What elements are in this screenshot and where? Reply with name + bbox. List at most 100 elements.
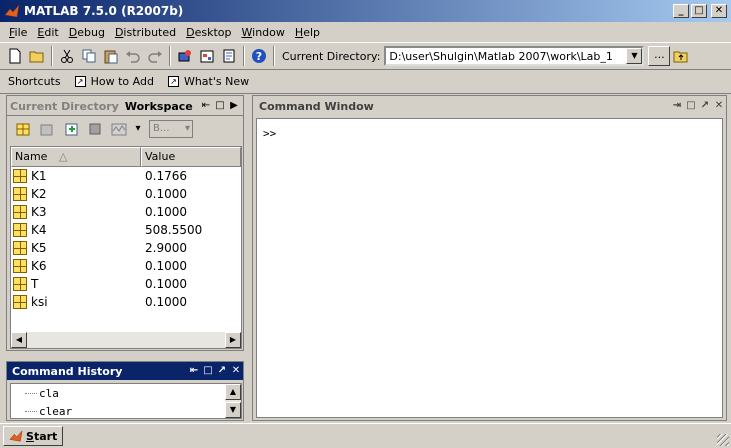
save-icon — [89, 123, 101, 135]
simulink-button[interactable] — [174, 45, 196, 67]
current-directory-combo[interactable]: D:\user\Shulgin\Matlab 2007\work\Lab_1 ▼ — [384, 46, 645, 66]
toolbar-separator — [273, 46, 275, 66]
save-workspace-button[interactable] — [83, 118, 107, 140]
toolbar-separator — [51, 46, 53, 66]
maximize-panel-icon[interactable]: □ — [684, 99, 698, 113]
menu-debug[interactable]: Debug — [64, 26, 110, 39]
workspace-table-header: Name △ Value — [11, 147, 241, 167]
maximize-button[interactable]: □ — [691, 4, 707, 18]
table-row[interactable]: K3 0.1000 — [11, 203, 241, 221]
maximize-panel-icon[interactable]: □ — [213, 99, 227, 113]
redo-button[interactable] — [144, 45, 166, 67]
guide-button[interactable] — [196, 45, 218, 67]
stack-select[interactable]: B... — [149, 120, 193, 138]
status-bar: Start — [0, 423, 731, 448]
undock-arrow-icon[interactable]: ↗ — [698, 99, 712, 113]
table-row[interactable]: K1 0.1766 — [11, 167, 241, 185]
shortcut-how-to-add[interactable]: ↗ How to Add — [74, 75, 154, 88]
close-button[interactable]: ✕ — [711, 4, 727, 18]
undock-icon[interactable]: ⇥ — [670, 99, 684, 113]
browse-directory-button[interactable]: ... — [648, 46, 671, 66]
variable-value: 0.1000 — [145, 187, 187, 201]
command-window-console[interactable]: >> — [256, 118, 723, 418]
open-variable-icon — [40, 124, 53, 136]
variable-name-cell: K5 — [11, 241, 141, 255]
cut-button[interactable] — [56, 45, 78, 67]
open-variable-button[interactable] — [35, 118, 59, 140]
current-directory-label: Current Directory: — [282, 49, 381, 63]
scroll-right-icon[interactable]: ▶ — [225, 332, 241, 348]
shortcut-whats-new[interactable]: ↗ What's New — [167, 75, 250, 88]
import-data-button[interactable] — [59, 118, 83, 140]
menu-distributed[interactable]: Distributed — [110, 26, 181, 39]
table-row[interactable]: ksi 0.1000 — [11, 293, 241, 311]
variable-value: 0.1000 — [145, 295, 187, 309]
new-variable-button[interactable] — [11, 118, 35, 140]
current-directory-value: D:\user\Shulgin\Matlab 2007\work\Lab_1 — [389, 49, 613, 63]
undock-arrow-icon[interactable]: ↗ — [215, 364, 229, 378]
scroll-left-icon[interactable]: ◀ — [11, 332, 27, 348]
table-row[interactable]: K2 0.1000 — [11, 185, 241, 203]
simulink-icon — [178, 50, 191, 62]
chevron-down-icon[interactable]: ▼ — [626, 48, 643, 64]
vertical-scrollbar[interactable]: ▲ ▼ — [225, 384, 241, 418]
title-bar: MATLAB 7.5.0 (R2007b) _ □ ✕ — [0, 0, 731, 22]
tab-scroll-right-icon[interactable]: ▶ — [227, 99, 241, 113]
table-row[interactable]: K6 0.1000 — [11, 257, 241, 275]
undo-button[interactable] — [122, 45, 144, 67]
menu-label: elp — [303, 25, 320, 39]
menu-window[interactable]: Window — [237, 26, 290, 39]
minimize-button[interactable]: _ — [673, 4, 689, 18]
menu-edit[interactable]: Edit — [32, 26, 63, 39]
plot-selection-button[interactable] — [107, 118, 131, 140]
copy-button[interactable] — [78, 45, 100, 67]
profiler-button[interactable] — [218, 45, 240, 67]
paste-button[interactable] — [100, 45, 122, 67]
tab-workspace[interactable]: Workspace — [121, 98, 196, 115]
variable-value: 0.1000 — [145, 259, 187, 273]
command-history-panel: Command History ⇤ □ ↗ ✕ cla clear ▲ ▼ — [6, 361, 244, 421]
matrix-variable-icon — [13, 169, 27, 183]
column-header-name[interactable]: Name △ — [11, 147, 141, 167]
matrix-variable-icon — [13, 241, 27, 255]
horizontal-scrollbar[interactable]: ◀ ▶ — [11, 332, 241, 348]
column-header-value[interactable]: Value — [141, 147, 241, 167]
scroll-up-icon[interactable]: ▲ — [225, 384, 241, 400]
table-row[interactable]: K4 508.5500 — [11, 221, 241, 239]
tab-current-directory[interactable]: Current Directory — [7, 98, 122, 115]
menu-help[interactable]: Help — [290, 26, 325, 39]
start-button[interactable]: Start — [3, 426, 64, 446]
open-folder-icon — [29, 51, 44, 63]
shortcut-label: What's New — [183, 75, 250, 88]
close-icon[interactable]: ✕ — [229, 364, 243, 378]
menu-label: ebug — [77, 25, 105, 39]
command-prompt: >> — [263, 127, 277, 140]
command-window-title: Command Window — [259, 99, 374, 113]
table-row[interactable]: K5 2.9000 — [11, 239, 241, 257]
list-item[interactable]: clear — [11, 402, 241, 420]
matrix-variable-icon — [13, 223, 27, 237]
undock-icon[interactable]: ⇤ — [187, 364, 201, 378]
command-history-titlebar: Command History ⇤ □ ↗ ✕ — [7, 362, 243, 380]
shortcuts-bar: Shortcuts ↗ How to Add ↗ What's New — [0, 70, 731, 94]
variable-name: T — [31, 277, 39, 291]
window-title: MATLAB 7.5.0 (R2007b) — [24, 4, 184, 18]
resize-grip-icon[interactable] — [717, 434, 729, 446]
help-button[interactable]: ? — [248, 45, 270, 67]
list-item[interactable]: cla — [11, 384, 241, 402]
new-file-button[interactable] — [4, 45, 26, 67]
menu-label: dit — [44, 25, 59, 39]
menu-desktop[interactable]: Desktop — [181, 26, 236, 39]
variable-value: 2.9000 — [145, 241, 187, 255]
open-file-button[interactable] — [26, 45, 48, 67]
close-icon[interactable]: ✕ — [712, 99, 726, 113]
menu-file[interactable]: File — [4, 26, 32, 39]
undock-icon[interactable]: ⇤ — [199, 99, 213, 113]
variable-value: 0.1766 — [145, 169, 187, 183]
scroll-down-icon[interactable]: ▼ — [225, 402, 241, 418]
menu-accel: D — [186, 25, 195, 39]
table-row[interactable]: T 0.1000 — [11, 275, 241, 293]
chevron-down-icon[interactable]: ▾ — [131, 122, 145, 136]
parent-directory-button[interactable] — [670, 45, 692, 67]
maximize-panel-icon[interactable]: □ — [201, 364, 215, 378]
